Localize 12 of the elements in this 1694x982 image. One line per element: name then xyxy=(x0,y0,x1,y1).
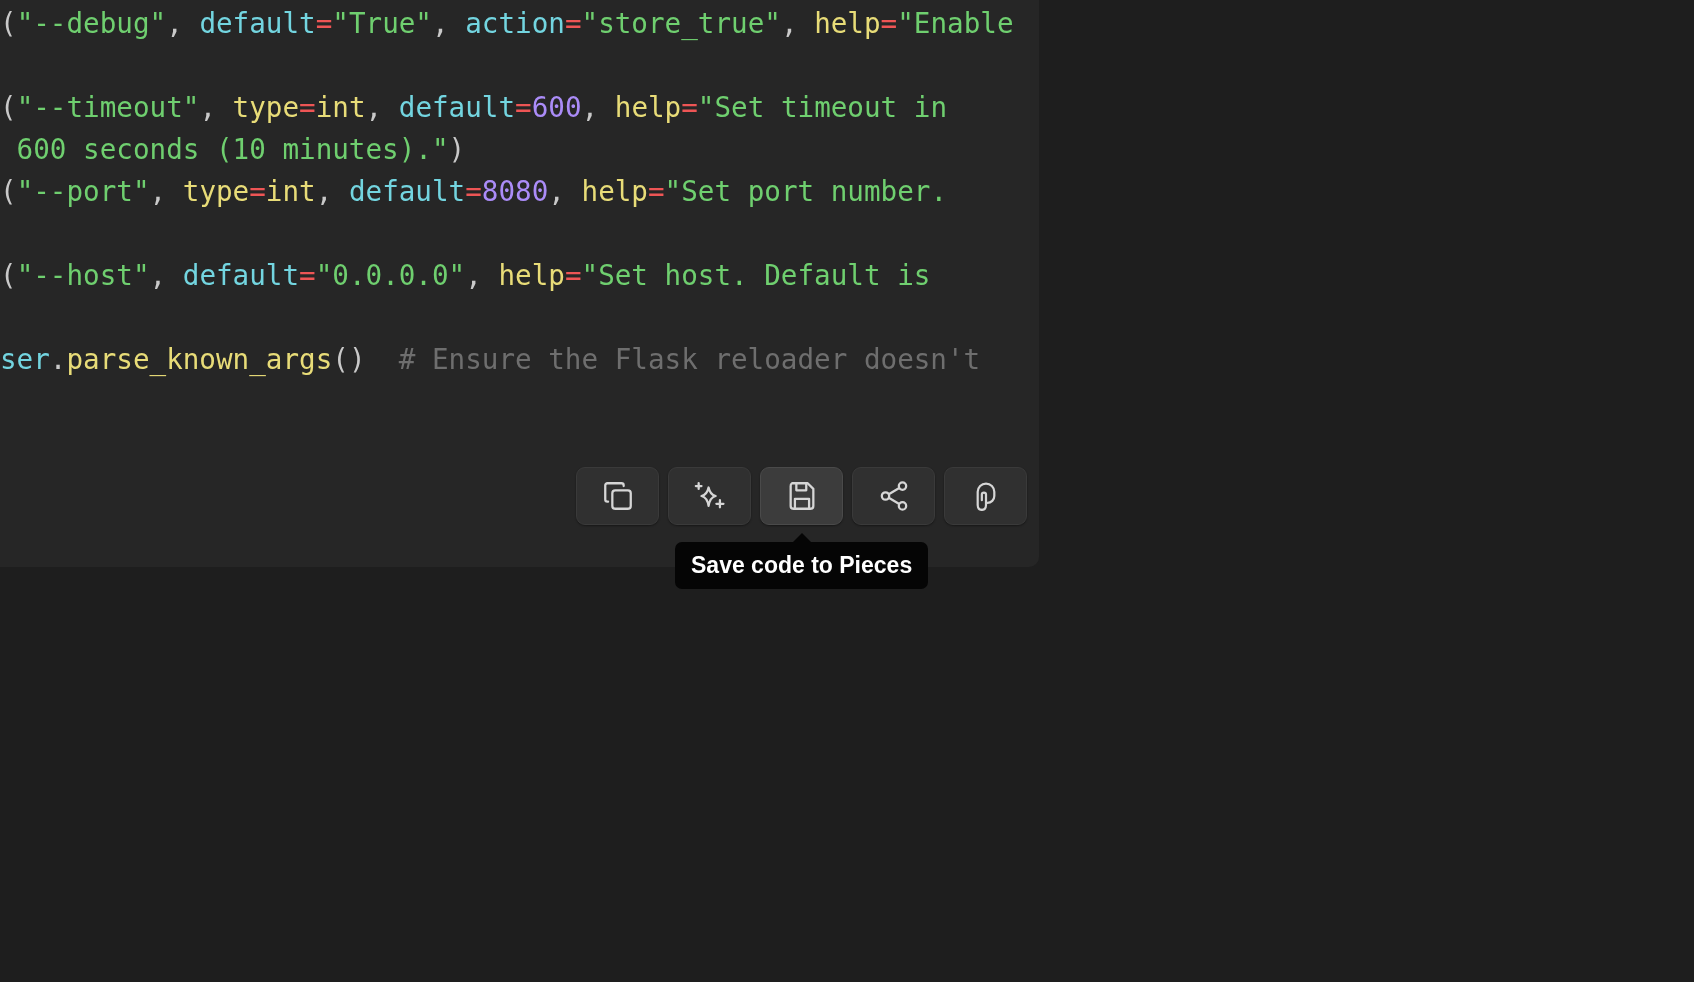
code-line: ("--timeout", type=int, default=600, help="Set timeout in xyxy=(0,90,949,126)
copy-button[interactable] xyxy=(576,467,659,525)
paperclip-button[interactable] xyxy=(944,467,1027,525)
code-line: ("--host", default="0.0.0.0", help="Set host. Default is xyxy=(0,258,932,294)
tooltip: Save code to Pieces xyxy=(675,533,929,589)
code-line: ser.parse_known_args() # Ensure the Flask reloader doesn't xyxy=(0,342,982,378)
code-line: ("--port", type=int, default=8080, help="Set port number. xyxy=(0,174,949,210)
share-button[interactable] xyxy=(852,467,935,525)
code-line: ("--debug", default="True", action="store_true", help="Enable xyxy=(0,6,1015,42)
save-button[interactable] xyxy=(760,467,843,525)
code-line: 600 seconds (10 minutes).") xyxy=(15,132,467,168)
sparkle-button[interactable] xyxy=(668,467,751,525)
